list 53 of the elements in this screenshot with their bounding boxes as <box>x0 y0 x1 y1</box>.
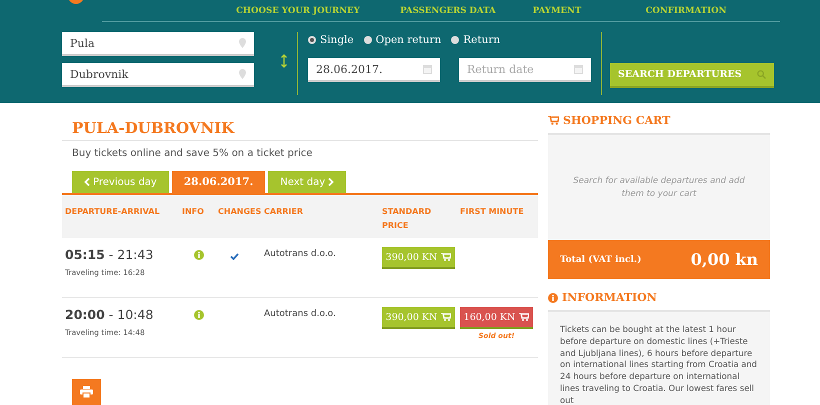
location-icon <box>239 69 246 79</box>
column-header: INFO <box>182 206 205 218</box>
standard-price-button[interactable]: 390,00 KN <box>382 307 455 329</box>
column-header: CHANGES <box>218 206 262 218</box>
carrier-name: Autotrans d.o.o. <box>264 308 337 321</box>
info-icon <box>194 310 204 320</box>
carrier-name: Autotrans d.o.o. <box>264 248 337 261</box>
search-icon <box>757 70 766 79</box>
column-header: DEPARTURE-ARRIVAL <box>65 206 161 218</box>
day-tab[interactable]: 28.06.2017. <box>172 171 266 193</box>
date-field[interactable]: 28.06.2017. <box>308 58 440 82</box>
day-tab[interactable]: Previous day <box>72 171 169 193</box>
route-title: PULA-DUBROVNIK <box>62 103 538 141</box>
swap-icon[interactable] <box>281 54 287 68</box>
step-label: CONFIRMATION <box>644 6 728 16</box>
from-field[interactable]: Pula <box>62 32 254 56</box>
empty-cart-text: Search for available departures and add them to your cart <box>573 174 745 200</box>
info-icon <box>548 292 558 302</box>
column-header: STANDARD PRICE <box>382 206 432 232</box>
info-icon <box>194 250 204 260</box>
location-icon <box>239 38 246 48</box>
day-tab[interactable]: Next day <box>268 171 346 193</box>
chevron-right-icon <box>328 178 334 186</box>
calendar-icon <box>423 64 432 74</box>
step-label: PASSENGERS DATA <box>399 6 497 16</box>
step-label: CHOOSE YOUR JOURNEY <box>235 6 361 16</box>
first-minute-price-button[interactable]: 160,00 KN <box>460 307 533 329</box>
route-subtitle: Buy tickets online and save 5% on a ticket price <box>71 147 314 159</box>
column-header: FIRST MINUTE <box>460 206 525 218</box>
cart-icon <box>441 313 452 321</box>
departure-arrival-time: 05:15 - 21:43 <box>65 247 154 262</box>
information-title: INFORMATION <box>562 291 657 304</box>
search-button[interactable]: SEARCH DEPARTURES <box>610 63 774 88</box>
total-value: 0,00 kn <box>690 250 758 269</box>
calendar-icon <box>574 64 583 74</box>
return-date-field[interactable]: Return date <box>459 58 591 82</box>
step-label: PAYMENT <box>532 6 582 16</box>
trip-type-radio[interactable]: Return <box>451 34 500 46</box>
cart-icon <box>519 313 530 321</box>
print-button[interactable] <box>72 379 101 405</box>
total-label: Total (VAT incl.) <box>560 254 642 264</box>
cart-icon <box>548 116 559 125</box>
cart-icon <box>441 253 452 261</box>
departure-arrival-time: 20:00 - 10:48 <box>65 307 154 322</box>
to-field[interactable]: Dubrovnik <box>62 63 254 87</box>
standard-price-button[interactable]: 390,00 KN <box>382 247 455 269</box>
information-text: Tickets can be bought at the latest 1 hour before departure on domestic lines (+Trieste and Ljubljana lines), 6 hours before departure on international lines starting from Croatia and 24 hours before departure on international lines traveling to Croatia. Our lowest fares sell out <box>560 324 757 405</box>
trip-type-radio[interactable]: Open return <box>364 34 442 46</box>
printer-icon <box>80 386 93 398</box>
chevron-left-icon <box>84 178 90 186</box>
cart-title: SHOPPING CART <box>563 114 670 127</box>
trip-type-radio[interactable]: Single <box>308 34 354 46</box>
column-header: CARRIER <box>264 206 304 218</box>
